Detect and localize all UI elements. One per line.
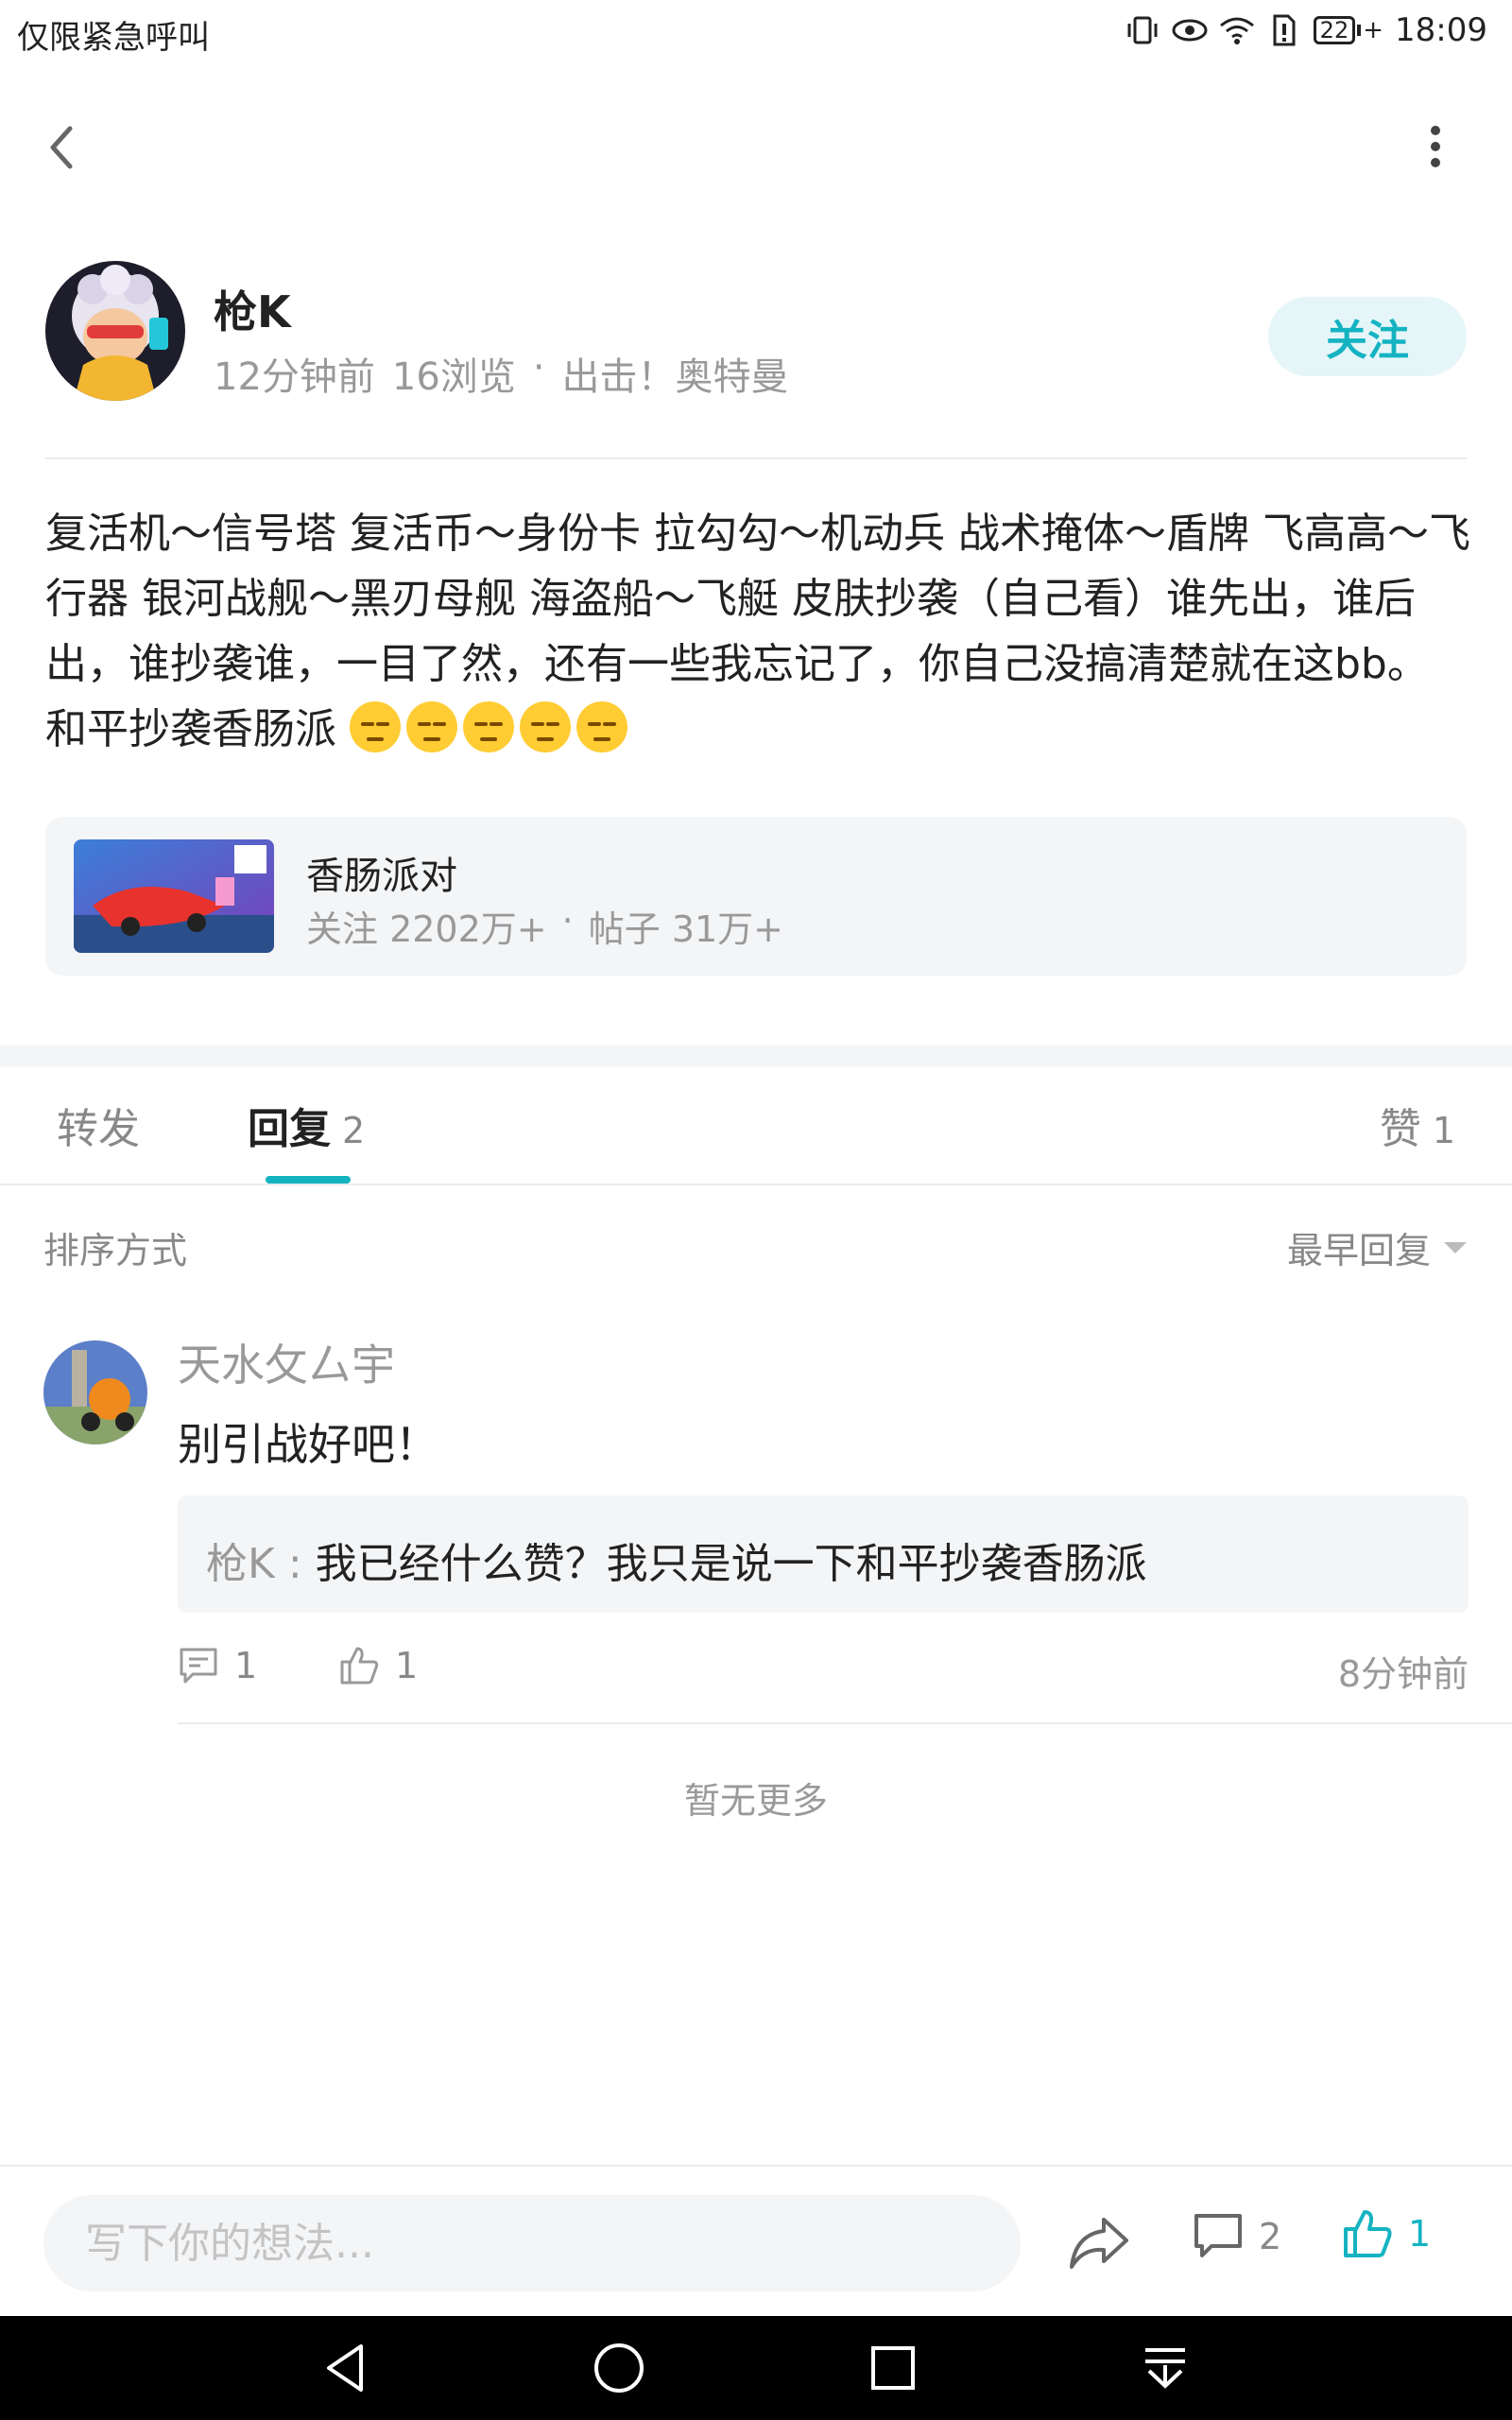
triangle-back-icon	[327, 2344, 363, 2392]
divider	[178, 1722, 1512, 1724]
circle-home-icon	[594, 2343, 644, 2393]
comment-input[interactable]	[43, 2195, 1021, 2291]
divider	[45, 458, 1467, 459]
comment-count: 2	[1259, 2216, 1282, 2257]
author-avatar[interactable]	[45, 261, 185, 401]
game-name: 香肠派对	[306, 855, 457, 898]
battery-icon: 22 +	[1313, 16, 1383, 44]
game-thumbnail	[74, 839, 274, 953]
more-options-button[interactable]	[1412, 119, 1459, 176]
eye-icon	[1172, 13, 1208, 47]
reply-username[interactable]: 天水攵厶宇	[178, 1331, 395, 1393]
tab-like-count: 1	[1432, 1110, 1455, 1151]
thumbs-up-icon	[340, 1647, 379, 1685]
tab-repost[interactable]: 转发	[57, 1095, 140, 1155]
comment-icon	[1194, 2214, 1242, 2257]
sort-label: 排序方式	[43, 1230, 188, 1271]
pull-down-icon	[1145, 2348, 1185, 2389]
game-stats: 关注 2202万+ · 帖子 31万+	[306, 900, 783, 952]
reply-like-button[interactable]: 1	[338, 1645, 418, 1686]
tab-reply[interactable]: 回复 2	[248, 1095, 365, 1155]
nav-notification-button[interactable]	[1134, 2337, 1196, 2399]
tab-indicator	[266, 1176, 351, 1184]
game-followers: 关注 2202万+	[306, 908, 547, 950]
nested-reply-text: 我已经什么赞？我只是说一下和平抄袭香肠派	[315, 1540, 1147, 1588]
tab-like-label: 赞	[1379, 1105, 1421, 1153]
unamused-emoji-icon	[406, 701, 457, 752]
unamused-emoji-icon	[463, 701, 514, 752]
status-bar: 仅限紧急呼叫 22 + 18:09	[0, 0, 1512, 68]
nested-reply-line: 枪K : 我已经什么赞？我只是说一下和平抄袭香肠派	[206, 1530, 1147, 1590]
like-button[interactable]: 1	[1342, 2208, 1431, 2259]
nav-recents-button[interactable]	[862, 2337, 924, 2399]
post-content: 复活机～信号塔 复活币～身份卡 拉勾勾～机动兵 战术掩体～盾牌 飞高高～飞行器 …	[45, 501, 1482, 762]
reply-like-count: 1	[395, 1645, 419, 1686]
reply-text: 别引战好吧！	[178, 1419, 438, 1470]
post-meta: 12分钟前 16浏览 · 出击！奥特曼	[214, 346, 789, 401]
nav-home-button[interactable]	[588, 2337, 650, 2399]
nested-reply-author: 枪K :	[206, 1540, 302, 1588]
post-text: 复活机～信号塔 复活币～身份卡 拉勾勾～机动兵 战术掩体～盾牌 飞高高～飞行器 …	[45, 510, 1470, 753]
vibrate-icon	[1125, 13, 1160, 47]
no-more-text: 暂无更多	[683, 1780, 828, 1822]
game-card[interactable]: 香肠派对 关注 2202万+ · 帖子 31万+	[45, 817, 1467, 976]
meta-separator: ·	[532, 346, 545, 389]
nav-back-button[interactable]	[316, 2337, 378, 2399]
share-button[interactable]	[1066, 2212, 1132, 2273]
nested-reply[interactable]: 枪K : 我已经什么赞？我只是说一下和平抄袭香肠派	[178, 1495, 1469, 1613]
tab-repost-label: 转发	[57, 1105, 140, 1153]
divider	[0, 2165, 1512, 2167]
tab-reply-label: 回复	[248, 1105, 331, 1153]
divider	[0, 1184, 1512, 1185]
reply-time: 8分钟前	[1337, 1653, 1469, 1695]
section-divider	[0, 1046, 1512, 1066]
reply-comment-button[interactable]: 1	[178, 1645, 257, 1686]
unamused-emoji-icon	[350, 701, 401, 752]
stats-separator: ·	[561, 900, 574, 942]
game-posts: 帖子 31万+	[588, 908, 784, 950]
thumbs-up-icon	[1344, 2210, 1392, 2257]
sort-dropdown[interactable]: 最早回复	[1287, 1221, 1467, 1273]
share-icon	[1070, 2218, 1128, 2269]
tab-reply-count: 2	[342, 1110, 366, 1151]
caret-down-icon	[1444, 1241, 1467, 1253]
comment-icon	[180, 1648, 217, 1684]
square-recents-icon	[871, 2346, 915, 2390]
view-count: 16浏览	[391, 355, 516, 399]
back-arrow-icon	[50, 126, 73, 169]
battery-level: 22	[1313, 16, 1356, 44]
reply-actions: 1 1 8分钟前	[178, 1645, 1469, 1702]
comment-button[interactable]: 2	[1193, 2212, 1281, 2261]
status-icons: 22 + 18:09	[1125, 11, 1487, 49]
system-nav-bar	[0, 2316, 1512, 2420]
carrier-text: 仅限紧急呼叫	[17, 19, 210, 57]
more-vertical-icon	[1431, 126, 1440, 167]
back-button[interactable]	[38, 119, 87, 176]
unamused-emoji-icon	[520, 701, 571, 752]
clock: 18:09	[1395, 11, 1487, 49]
reply-comment-count: 1	[234, 1645, 258, 1686]
post-time: 12分钟前	[214, 355, 375, 399]
post-topic[interactable]: 出击！奥特曼	[562, 346, 789, 401]
follow-button[interactable]: 关注	[1268, 297, 1467, 376]
reply-avatar[interactable]	[43, 1340, 147, 1444]
sim-alert-icon	[1266, 13, 1302, 47]
unamused-emoji-icon	[576, 701, 627, 752]
like-count: 1	[1408, 2213, 1432, 2255]
tab-like[interactable]: 赞1	[1380, 1095, 1455, 1155]
sort-selected: 最早回复	[1286, 1230, 1431, 1271]
author-name[interactable]: 枪K	[214, 278, 291, 340]
wifi-icon	[1219, 13, 1255, 47]
